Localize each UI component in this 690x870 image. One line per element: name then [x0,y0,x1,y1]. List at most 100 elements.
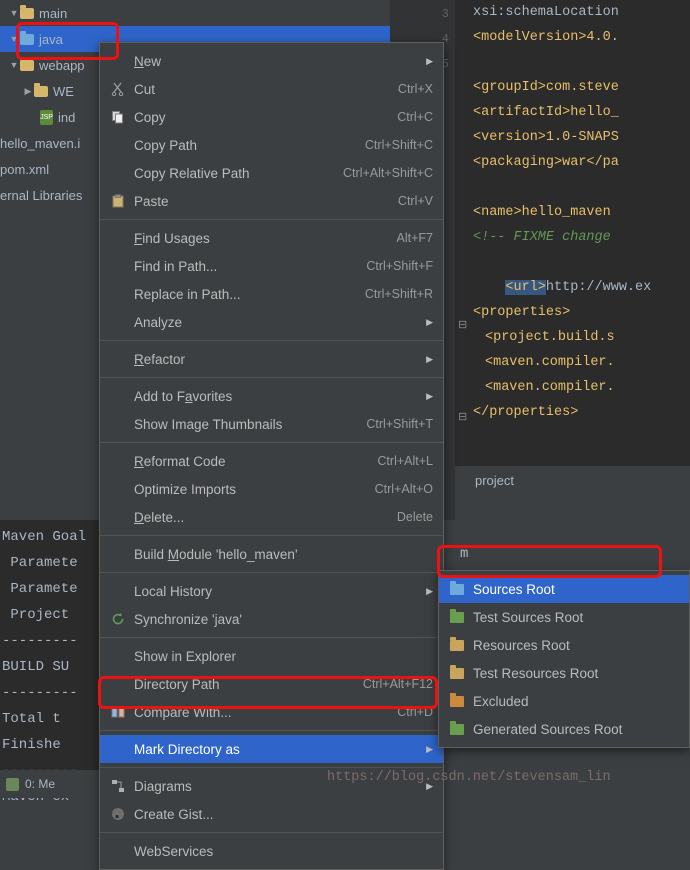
code-fold-icon[interactable]: ⊟ [458,318,467,331]
menu-item-shortcut: Ctrl+Shift+R [364,287,433,301]
code-fold-icon[interactable]: ⊟ [458,410,467,423]
menu-item-add-to-favorites[interactable]: Add to Favorites ▶ [100,382,443,410]
menu-item-cut[interactable]: Cut Ctrl+X [100,75,443,103]
menu-item-label: Find in Path... [134,258,218,274]
folder-icon-blue [20,30,34,45]
menu-separator [100,340,443,341]
compare-icon [108,705,128,719]
chevron-right-icon: ▶ [426,585,433,596]
menu-item-label: Create Gist... [134,806,214,822]
clipboard-icon [108,194,128,208]
chevron-down-icon[interactable]: ▼ [8,34,20,44]
submenu-header-label: m [460,546,469,562]
code-editor[interactable]: xsi:schemaLocation <modelVersion>4.0. <g… [455,0,690,520]
menu-item-label: Replace in Path... [134,286,241,302]
menu-item-directory-path[interactable]: Directory Path Ctrl+Alt+F12 [100,670,443,698]
menu-separator [100,377,443,378]
menu-item-show-in-explorer[interactable]: Show in Explorer [100,642,443,670]
submenu-item-resources-root[interactable]: Resources Root [439,631,689,659]
chevron-right-icon: ▶ [426,743,433,754]
code-line: </properties> [473,405,579,420]
folder-icon [34,82,48,97]
editor-footer-strip [455,495,690,523]
refresh-icon [108,612,128,626]
menu-item-label: Compare With... [134,704,232,720]
chevron-right-icon[interactable]: ▶ [22,86,34,97]
menu-item-copy-relative-path[interactable]: Copy Relative Path Ctrl+Alt+Shift+C [100,159,443,187]
code-line: <maven.compiler. [485,355,615,370]
menu-item-mark-directory-as[interactable]: Mark Directory as ▶ [100,735,443,763]
menu-item-replace-in-path[interactable]: Replace in Path... Ctrl+Shift+R [100,280,443,308]
menu-item-copy-path[interactable]: Copy Path Ctrl+Shift+C [100,131,443,159]
chevron-right-icon: ▶ [426,353,433,364]
menu-item-delete[interactable]: Delete... Delete [100,503,443,531]
menu-separator [100,637,443,638]
menu-item-shortcut: Ctrl+Alt+Shift+C [343,166,433,180]
code-line: <packaging>war</pa [473,155,619,170]
menu-item-local-history[interactable]: Local History ▶ [100,577,443,605]
menu-item-paste[interactable]: Paste Ctrl+V [100,187,443,215]
jsp-file-icon: JSP [40,109,53,125]
submenu-item-test-sources-root[interactable]: Test Sources Root [439,603,689,631]
submenu-item-label: Excluded [473,693,529,709]
menu-item-compare-with[interactable]: Compare With... Ctrl+D [100,698,443,726]
breadcrumb[interactable]: project [455,465,690,495]
menu-item-find-in-path[interactable]: Find in Path... Ctrl+Shift+F [100,252,443,280]
menu-item-label: Mark Directory as [134,741,240,757]
submenu-item-label: Test Sources Root [473,609,584,625]
code-line: <name>hello_maven [473,205,611,220]
folder-tan-icon [450,636,464,651]
code-line: <modelVersion>4.0. [473,30,619,45]
chevron-down-icon[interactable]: ▼ [8,60,20,70]
menu-item-shortcut: Ctrl+Shift+F [366,259,433,273]
code-line-comment: <!-- FIXME change [473,230,611,245]
console-tab-icon[interactable] [6,777,19,791]
menu-item-synchronize-java[interactable]: Synchronize 'java' [100,605,443,633]
menu-item-create-gist[interactable]: Create Gist... [100,800,443,828]
menu-item-reformat-code[interactable]: Reformat Code Ctrl+Alt+L [100,447,443,475]
menu-item-label: Directory Path [134,676,220,692]
menu-item-copy[interactable]: Copy Ctrl+C [100,103,443,131]
menu-item-label: Local History [134,583,213,599]
menu-item-webservices[interactable]: WebServices [100,837,443,865]
submenu-header-strip: m [455,520,690,570]
code-token-url-value: http://www.ex [545,280,652,295]
scissors-icon [108,82,128,96]
menu-item-find-usages[interactable]: Find Usages Alt+F7 [100,224,443,252]
menu-item-label: Copy Relative Path [134,165,250,181]
menu-item-shortcut: Ctrl+Alt+L [377,454,433,468]
folder-green-icon [450,720,464,735]
menu-item-shortcut: Ctrl+Shift+T [366,417,433,431]
menu-item-label: Show Image Thumbnails [134,416,283,432]
chevron-down-icon[interactable]: ▼ [8,8,20,18]
mark-directory-as-submenu[interactable]: Sources Root Test Sources Root Resources… [438,570,690,748]
watermark: https://blog.csdn.net/stevensam_lin [327,770,611,785]
menu-item-label: Copy [134,109,166,125]
copy-icon [108,110,128,124]
submenu-item-excluded[interactable]: Excluded [439,687,689,715]
tree-item-label: hello_maven.i [0,135,81,151]
submenu-item-sources-root[interactable]: Sources Root [439,575,689,603]
submenu-item-generated-sources-root[interactable]: Generated Sources Root [439,715,689,743]
menu-separator [100,767,443,768]
context-menu[interactable]: New ▶ Cut Ctrl+X Copy Ctrl+C Copy Path C… [99,42,444,870]
code-token-url-tag: <url> [505,280,546,295]
menu-item-new[interactable]: New ▶ [100,47,443,75]
code-line: xsi:schemaLocation [473,5,619,20]
chevron-right-icon: ▶ [426,390,433,401]
menu-item-analyze[interactable]: Analyze ▶ [100,308,443,336]
menu-item-shortcut: Alt+F7 [396,231,433,245]
submenu-item-test-resources-root[interactable]: Test Resources Root [439,659,689,687]
tree-item-label: main [39,5,68,21]
menu-item-build-module[interactable]: Build Module 'hello_maven' [100,540,443,568]
menu-item-show-image-thumbnails[interactable]: Show Image Thumbnails Ctrl+Shift+T [100,410,443,438]
menu-item-optimize-imports[interactable]: Optimize Imports Ctrl+Alt+O [100,475,443,503]
folder-icon [20,4,34,19]
code-line-url: <url>http://www.ex [455,250,690,295]
tree-item-main[interactable]: ▼ main [0,0,390,26]
menu-separator [100,572,443,573]
menu-item-label: Show in Explorer [134,648,237,664]
menu-item-refactor[interactable]: Refactor ▶ [100,345,443,373]
submenu-item-label: Generated Sources Root [473,721,623,737]
